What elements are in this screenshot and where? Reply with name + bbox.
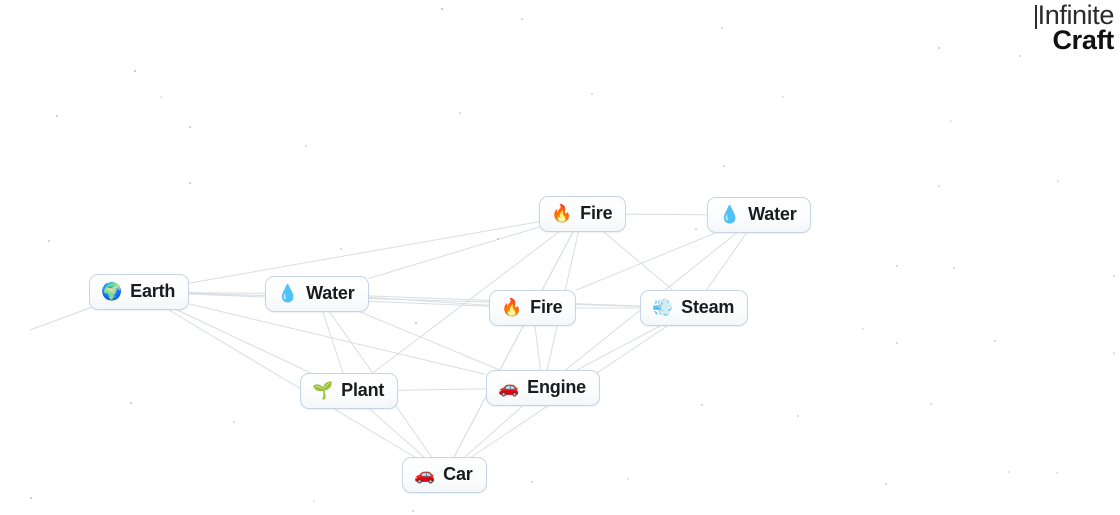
background-dot — [1057, 180, 1059, 182]
car-icon: 🚗 — [414, 464, 436, 484]
background-dot — [950, 120, 952, 122]
connection-line — [603, 231, 673, 291]
background-dot — [953, 267, 955, 269]
water-droplet-icon: 💧 — [719, 204, 741, 224]
background-dot — [896, 265, 898, 267]
background-dot — [412, 510, 414, 512]
connection-line — [706, 232, 747, 291]
fire-icon: 🔥 — [501, 297, 523, 317]
earth-globe-icon: 🌍 — [101, 281, 123, 301]
background-dot-layer — [0, 0, 1120, 515]
background-dot — [797, 415, 799, 417]
element-node-label: Water — [306, 283, 355, 303]
background-dot — [531, 481, 533, 483]
background-dot — [134, 70, 136, 72]
element-node-fire2[interactable]: 🔥 Fire — [489, 290, 577, 326]
connection-line — [29, 305, 96, 331]
element-node-fire1[interactable]: 🔥 Fire — [539, 196, 627, 232]
background-dot — [313, 500, 315, 502]
connection-line — [575, 232, 716, 291]
connection-line — [625, 213, 708, 216]
element-node-label: Fire — [580, 203, 613, 223]
background-dot — [1056, 472, 1058, 474]
background-dot — [885, 483, 887, 485]
connection-line — [369, 408, 425, 458]
infinite-craft-logo: Infinite Craft — [1034, 2, 1114, 54]
background-dot — [233, 421, 235, 423]
connection-line — [464, 405, 523, 458]
background-dot — [862, 328, 864, 330]
background-dot — [305, 145, 307, 147]
connection-line — [368, 296, 490, 306]
element-node-earth[interactable]: 🌍 Earth — [89, 274, 190, 310]
background-dot — [938, 47, 940, 49]
background-dot — [48, 240, 50, 242]
connection-line — [576, 325, 661, 371]
connection-line — [322, 311, 344, 374]
element-node-plant[interactable]: 🌱 Plant — [300, 373, 399, 409]
background-dot — [30, 497, 32, 499]
steam-dash-icon: 💨 — [652, 297, 674, 317]
element-node-label: Earth — [130, 281, 176, 301]
connection-line — [534, 325, 542, 371]
element-node-label: Plant — [341, 380, 385, 400]
background-dot — [1113, 275, 1115, 277]
logo-line-infinite: Infinite — [1034, 2, 1114, 29]
connection-line — [368, 226, 540, 279]
background-dot — [189, 182, 191, 184]
element-node-label: Steam — [681, 297, 735, 317]
water-droplet-icon: 💧 — [277, 283, 299, 303]
element-node-label: Car — [443, 464, 473, 484]
logo-line-craft: Craft — [1052, 25, 1114, 55]
element-node-water2[interactable]: 💧 Water — [707, 197, 811, 233]
connection-line — [188, 221, 540, 284]
element-node-steam[interactable]: 💨 Steam — [640, 290, 749, 326]
background-dot — [459, 112, 461, 114]
background-dot — [701, 404, 703, 406]
background-dot — [723, 165, 725, 167]
connection-line-layer — [29, 213, 747, 458]
background-dot — [938, 185, 940, 187]
background-dot — [1019, 55, 1021, 57]
background-dot — [56, 115, 58, 117]
element-node-water1[interactable]: 💧 Water — [265, 276, 369, 312]
connection-line — [188, 292, 266, 294]
background-dot — [130, 402, 132, 404]
element-node-label: Water — [748, 204, 797, 224]
connection-line — [360, 311, 500, 371]
background-dot — [930, 403, 932, 405]
background-dot — [896, 342, 898, 344]
background-dot — [160, 96, 162, 98]
background-dot — [721, 27, 723, 29]
infinite-craft-canvas[interactable]: 🌍 Earth 💧 Water 🔥 Fire 💧 Water 🔥 Fire 💨 Steam 🌱 Plant… — [0, 0, 1120, 515]
plant-seedling-icon: 🌱 — [312, 380, 334, 400]
background-dot — [627, 478, 629, 480]
car-icon: 🚗 — [498, 377, 520, 397]
background-dot — [415, 322, 417, 324]
connection-line — [188, 303, 487, 375]
element-node-label: Fire — [530, 297, 563, 317]
background-dot — [782, 96, 784, 98]
background-dot — [1113, 352, 1115, 354]
background-dot — [497, 238, 499, 240]
connection-line — [541, 231, 574, 291]
background-dot — [441, 8, 443, 10]
background-dot — [695, 228, 697, 230]
background-dot — [521, 18, 523, 20]
element-node-car[interactable]: 🚗 Car — [402, 457, 487, 493]
fire-icon: 🔥 — [551, 203, 573, 223]
background-dot — [591, 93, 593, 95]
element-node-engine[interactable]: 🚗 Engine — [486, 370, 600, 406]
element-node-label: Engine — [527, 377, 586, 397]
background-dot — [340, 248, 342, 250]
connection-line — [176, 309, 312, 374]
background-dot — [994, 340, 996, 342]
background-dot — [1008, 471, 1010, 473]
connection-line — [453, 231, 574, 458]
connection-line — [397, 388, 487, 391]
background-dot — [189, 126, 191, 128]
